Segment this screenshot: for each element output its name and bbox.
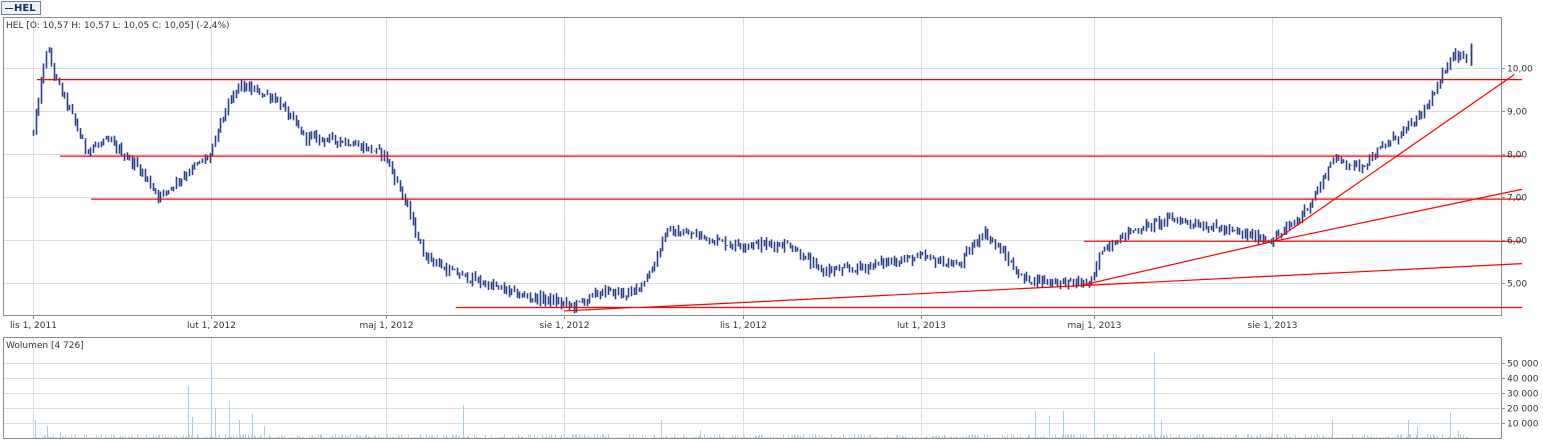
y-tick-label: 10 000 [1507,420,1539,430]
y-tick-label: 20 000 [1507,405,1539,415]
y-tick-label: 10,00 [1507,65,1533,75]
y-tick-label: 9,00 [1507,108,1527,118]
y-tick-label: 8,00 [1507,151,1527,161]
x-tick-label: sie 1, 2012 [540,321,590,331]
x-tick-label: lis 1, 2011 [10,321,57,331]
y-tick-label: 30 000 [1507,390,1539,400]
date-axis: lis 1, 2011 lut 1, 2012 maj 1, 2012 sie 1, … [10,315,1297,331]
x-tick-label: maj 1, 2013 [1068,321,1122,331]
volume-legend: Wolumen [4 726] [6,341,84,351]
y-tick-label: 7,00 [1507,194,1527,204]
y-tick-label: 40 000 [1507,375,1539,385]
y-tick-label: 5,00 [1507,280,1527,290]
x-tick-label: maj 1, 2012 [360,321,414,331]
y-tick-label: 50 000 [1507,360,1539,370]
volume-axis: 10 000 20 000 30 000 40 000 50 000 [1501,360,1539,430]
x-tick-label: sie 1, 2013 [1248,321,1298,331]
price-axis: 5,00 6,00 7,00 8,00 9,00 10,00 [1501,65,1533,290]
y-tick-label: 6,00 [1507,237,1527,247]
x-tick-label: lut 1, 2013 [897,321,946,331]
price-panel-frame [3,17,1502,316]
x-tick-label: lut 1, 2012 [187,321,236,331]
stock-chart: 5,00 6,00 7,00 8,00 9,00 10,00 10 000 20 000 30… [3,17,1539,439]
price-legend: HEL [O: 10,57 H: 10,57 L: 10,05 C: 10,05… [6,21,230,31]
x-tick-label: lis 1, 2012 [720,321,767,331]
